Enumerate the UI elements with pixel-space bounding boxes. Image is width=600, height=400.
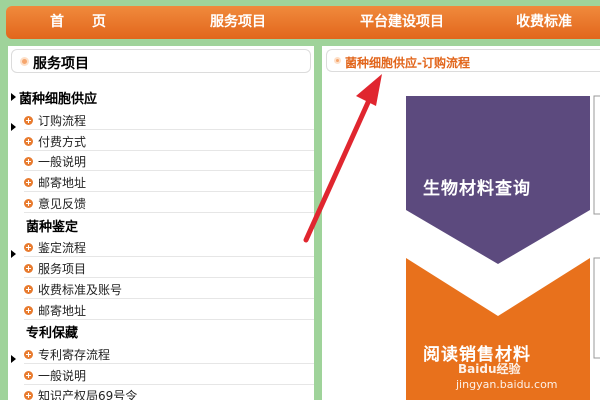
sidebar-item-general-notes[interactable]: 一般说明	[24, 151, 314, 171]
sidebar-item-patent-deposit[interactable]: 专利寄存流程	[24, 344, 314, 364]
plus-circle-icon	[24, 178, 33, 187]
sidebar-item-mailing-address[interactable]: 邮寄地址	[24, 172, 314, 192]
sidebar-item-mailing-address[interactable]: 邮寄地址	[24, 300, 314, 320]
plus-circle-icon	[24, 391, 33, 400]
sidebar-item-fees-account[interactable]: 收费标准及账号	[24, 279, 314, 299]
category-title[interactable]: 专利保藏	[26, 322, 78, 341]
nav-bar: 首 页 服务项目 平台建设项目 收费标准	[6, 6, 600, 39]
triangle-right-icon	[11, 93, 16, 101]
sidebar-item-label: 一般说明	[38, 155, 87, 169]
plus-circle-icon	[24, 285, 33, 294]
sidebar-title: 服务项目	[33, 56, 89, 72]
plus-circle-icon	[24, 157, 33, 166]
plus-circle-icon	[24, 116, 33, 125]
flow-step-1-label: 生物材料查询	[423, 179, 531, 199]
plus-circle-icon	[24, 264, 33, 273]
flow-side-box	[593, 257, 600, 359]
sidebar: 服务项目 菌种细胞供应 订购流程 付费方式 一般说明 邮寄地址 意见反馈 菌种鉴…	[8, 46, 314, 400]
plus-circle-icon	[24, 137, 33, 146]
sidebar-item-label: 鉴定流程	[38, 241, 87, 255]
plus-circle-icon	[24, 306, 33, 315]
category-title[interactable]: 菌种细胞供应	[19, 88, 97, 107]
sidebar-item-label: 专利寄存流程	[38, 348, 111, 362]
sidebar-item-ip-order-69[interactable]: 知识产权局69号令	[24, 385, 314, 400]
sidebar-item-general-notes[interactable]: 一般说明	[24, 365, 314, 385]
sidebar-item-label: 意见反馈	[38, 197, 87, 211]
flow-side-box	[593, 95, 600, 215]
sidebar-item-payment[interactable]: 付费方式	[24, 131, 314, 151]
triangle-right-icon	[11, 123, 16, 131]
sidebar-item-label: 知识产权局69号令	[38, 389, 138, 400]
nav-item-services[interactable]: 服务项目	[210, 6, 266, 39]
top-navigation: 首 页 服务项目 平台建设项目 收费标准	[0, 0, 600, 44]
sidebar-item-label: 邮寄地址	[38, 176, 87, 190]
sidebar-item-label: 订购流程	[38, 114, 87, 128]
main-content: 菌种细胞供应-订购流程 生物材料查询 阅读销售材料 Baidu经验 jingya…	[322, 46, 600, 400]
nav-item-fees[interactable]: 收费标准	[516, 6, 572, 39]
nav-item-platform[interactable]: 平台建设项目	[360, 6, 444, 39]
nav-item-home[interactable]: 首 页	[50, 6, 106, 39]
triangle-right-icon	[11, 250, 16, 258]
sidebar-item-label: 付费方式	[38, 135, 87, 149]
watermark-title: Baidu经验	[458, 362, 521, 376]
category-title[interactable]: 菌种鉴定	[26, 216, 78, 235]
plus-circle-icon	[24, 243, 33, 252]
sidebar-item-label: 收费标准及账号	[38, 283, 123, 297]
sidebar-item-services[interactable]: 服务项目	[24, 258, 314, 278]
watermark-url: jingyan.baidu.com	[456, 378, 558, 391]
sidebar-item-label: 一般说明	[38, 369, 87, 383]
plus-circle-icon	[24, 350, 33, 359]
plus-circle-icon	[24, 371, 33, 380]
sidebar-item-label: 邮寄地址	[38, 304, 87, 318]
sidebar-item-feedback[interactable]: 意见反馈	[24, 193, 314, 213]
sidebar-header: 服务项目	[11, 49, 311, 73]
triangle-right-icon	[11, 355, 16, 363]
sidebar-item-order-process[interactable]: 订购流程	[24, 110, 314, 130]
sidebar-item-label: 服务项目	[38, 262, 87, 276]
bullet-icon	[20, 57, 29, 66]
sidebar-item-identification-process[interactable]: 鉴定流程	[24, 237, 314, 257]
plus-circle-icon	[24, 199, 33, 208]
